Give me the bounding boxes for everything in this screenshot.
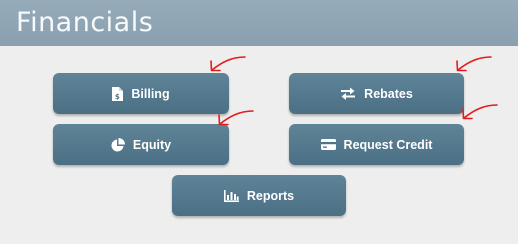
annotation-arrow-icon	[456, 56, 492, 72]
rebates-label: Rebates	[364, 86, 413, 101]
page-title: Financials	[16, 7, 154, 38]
billing-button[interactable]: $ Billing	[53, 73, 229, 114]
rebates-button[interactable]: Rebates	[289, 73, 464, 114]
annotation-arrow-icon	[210, 56, 246, 72]
page-header: Financials	[0, 0, 518, 46]
request-credit-label: Request Credit	[343, 137, 433, 152]
credit-card-icon	[320, 139, 336, 150]
reports-button[interactable]: Reports	[172, 175, 346, 216]
equity-label: Equity	[132, 137, 172, 152]
svg-text:$: $	[115, 92, 120, 100]
request-credit-button[interactable]: Request Credit	[289, 124, 464, 165]
equity-button[interactable]: Equity	[53, 124, 229, 165]
invoice-icon: $	[112, 86, 124, 101]
billing-label: Billing	[131, 86, 170, 101]
reports-label: Reports	[246, 188, 295, 203]
exchange-arrows-icon	[340, 87, 356, 100]
bar-chart-icon	[223, 189, 239, 202]
pie-chart-icon	[111, 137, 125, 152]
annotation-arrow-icon	[462, 104, 498, 120]
